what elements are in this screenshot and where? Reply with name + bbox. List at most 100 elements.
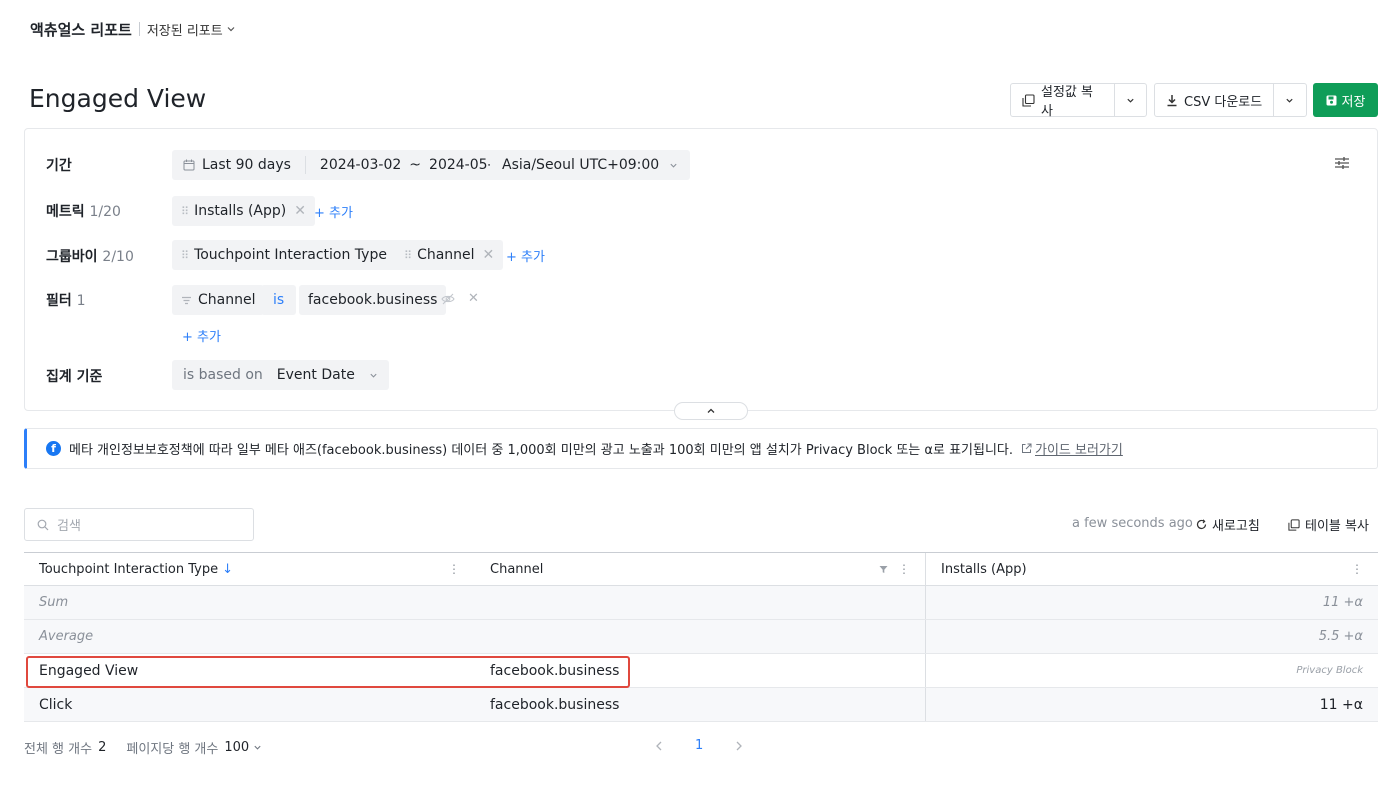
- groupby-chip[interactable]: ⠿ Channel ✕: [395, 240, 504, 270]
- cell-installs: 11 +α: [1319, 696, 1363, 713]
- save-button[interactable]: 저장: [1313, 83, 1378, 117]
- filter-field: Channel: [198, 292, 256, 308]
- chevron-down-icon[interactable]: [226, 24, 236, 34]
- next-page-icon[interactable]: [735, 741, 743, 751]
- column-menu-icon[interactable]: ⋮: [1351, 562, 1363, 576]
- facebook-icon: f: [46, 441, 61, 456]
- metrics-count: 1/20: [89, 204, 121, 220]
- summary-value: 5.5 +α: [1318, 629, 1363, 644]
- metrics-label: 메트릭 1/20: [46, 201, 121, 221]
- summary-label: Sum: [39, 595, 69, 610]
- add-groupby-button[interactable]: + 추가: [506, 246, 545, 265]
- eye-off-icon[interactable]: [441, 293, 455, 305]
- settings-sliders-icon[interactable]: [1334, 155, 1350, 171]
- search-placeholder: 검색: [57, 519, 81, 534]
- breadcrumb-saved-reports[interactable]: 저장된 리포트: [147, 20, 223, 39]
- add-metric-button[interactable]: + 추가: [314, 202, 353, 221]
- report-table: Touchpoint Interaction Type ↓ ⋮ Channel …: [24, 552, 1378, 722]
- last-updated-text: a few seconds ago: [1072, 516, 1193, 531]
- copy-settings-button[interactable]: 설정값 복사: [1011, 84, 1114, 119]
- groupby-chip-label: Touchpoint Interaction Type: [194, 247, 387, 263]
- breadcrumb-app[interactable]: 액츄얼스 리포트: [30, 19, 132, 40]
- groupby-count: 2/10: [102, 249, 134, 265]
- privacy-notice-text: 메타 개인정보보호정책에 따라 일부 메타 애즈(facebook.busine…: [69, 443, 1013, 458]
- chevron-down-icon: [370, 373, 377, 378]
- column-header-installs[interactable]: Installs (App) ⋮: [926, 553, 1378, 585]
- copy-table-button[interactable]: 테이블 복사: [1288, 515, 1369, 534]
- filter-operator[interactable]: is: [261, 285, 297, 315]
- csv-download-button-group: CSV 다운로드: [1154, 83, 1307, 117]
- metric-chip-label: Installs (App): [194, 203, 287, 219]
- close-icon[interactable]: ✕: [468, 291, 479, 306]
- chevron-down-icon: [254, 745, 261, 750]
- total-rows-label: 전체 행 개수: [24, 742, 93, 757]
- csv-download-dropdown[interactable]: [1274, 84, 1305, 116]
- period-range-name: Last 90 days: [202, 157, 291, 173]
- chevron-down-icon: [670, 163, 677, 168]
- filter-count: 1: [76, 293, 86, 309]
- period-range-separator: ~: [409, 157, 422, 173]
- groupby-chip-label: Channel: [417, 247, 475, 263]
- collapse-panel-button[interactable]: [674, 402, 748, 420]
- summary-empty-cell: [475, 620, 926, 653]
- csv-download-button[interactable]: CSV 다운로드: [1155, 84, 1273, 116]
- table-header-row: Touchpoint Interaction Type ↓ ⋮ Channel …: [24, 552, 1378, 586]
- add-filter-button[interactable]: + 추가: [182, 326, 221, 345]
- refresh-label: 새로고침: [1212, 519, 1260, 534]
- download-icon: [1166, 94, 1178, 107]
- external-link-icon: [1022, 443, 1032, 453]
- pagination: 1: [655, 738, 743, 753]
- close-icon[interactable]: ✕: [483, 247, 495, 263]
- aggregation-select[interactable]: is based on Event Date: [172, 360, 389, 390]
- groupby-chip[interactable]: ⠿ Touchpoint Interaction Type ✕: [172, 240, 416, 270]
- close-icon[interactable]: ✕: [294, 203, 306, 219]
- prev-page-icon[interactable]: [655, 741, 663, 751]
- column-menu-icon[interactable]: ⋮: [898, 562, 910, 576]
- cell-touchpoint-type: Click: [39, 696, 73, 713]
- column-header-touchpoint[interactable]: Touchpoint Interaction Type ↓ ⋮: [24, 553, 475, 585]
- copy-icon: [1288, 518, 1300, 531]
- drag-handle-icon[interactable]: ⠿: [181, 249, 189, 262]
- privacy-block-badge: Privacy Block: [1296, 665, 1363, 676]
- calendar-icon: [183, 159, 195, 171]
- rows-per-page-select[interactable]: 100: [224, 740, 262, 755]
- page-number[interactable]: 1: [695, 738, 703, 753]
- column-header-label: Installs (App): [941, 561, 1027, 577]
- groupby-label: 그룹바이 2/10: [46, 246, 134, 266]
- search-icon: [37, 519, 49, 530]
- filter-value[interactable]: facebook.business: [299, 285, 447, 315]
- column-menu-icon[interactable]: ⋮: [448, 562, 460, 576]
- copy-settings-dropdown[interactable]: [1115, 84, 1146, 116]
- rows-per-page-value: 100: [224, 740, 250, 755]
- column-header-channel[interactable]: Channel ⋮: [475, 553, 926, 585]
- timezone-value: Asia/Seoul UTC+09:00: [502, 157, 660, 173]
- filter-field-chip[interactable]: Channel: [172, 285, 265, 315]
- period-selector[interactable]: Last 90 days 2024-03-02 ~ 2024-05-30: [172, 150, 523, 180]
- metric-chip[interactable]: ⠿ Installs (App) ✕: [172, 196, 315, 226]
- guide-link[interactable]: 가이드 보러가기: [1021, 439, 1123, 458]
- period-label: 기간: [46, 158, 72, 174]
- drag-handle-icon[interactable]: ⠿: [404, 249, 412, 262]
- table-search-input[interactable]: 검색: [24, 508, 254, 541]
- timezone-select[interactable]: Asia/Seoul UTC+09:00: [490, 150, 691, 180]
- breadcrumb-divider: [138, 22, 140, 36]
- cell-channel: facebook.business: [475, 688, 926, 721]
- rows-per-page-label: 페이지당 행 개수: [126, 742, 219, 757]
- column-header-label: Channel: [490, 561, 544, 577]
- copy-settings-button-group: 설정값 복사: [1010, 83, 1147, 119]
- refresh-button[interactable]: 새로고침: [1196, 515, 1260, 534]
- sort-desc-icon[interactable]: ↓: [222, 562, 233, 577]
- groupby-label-text: 그룹바이: [46, 249, 98, 265]
- aggregation-prefix: is based on: [183, 367, 263, 383]
- filter-lines-icon: [181, 296, 192, 305]
- summary-row-sum: Sum 11 +α: [24, 586, 1378, 620]
- breadcrumb: 액츄얼스 리포트 저장된 리포트: [30, 18, 236, 40]
- table-row[interactable]: Click facebook.business 11 +α: [24, 688, 1378, 722]
- drag-handle-icon[interactable]: ⠿: [181, 205, 189, 218]
- period-start-date: 2024-03-02: [319, 157, 402, 173]
- metrics-label-text: 메트릭: [46, 204, 85, 220]
- save-icon: [1326, 95, 1337, 106]
- copy-icon: [1022, 93, 1035, 107]
- filter-icon: [879, 565, 888, 573]
- csv-download-label: CSV 다운로드: [1184, 94, 1263, 110]
